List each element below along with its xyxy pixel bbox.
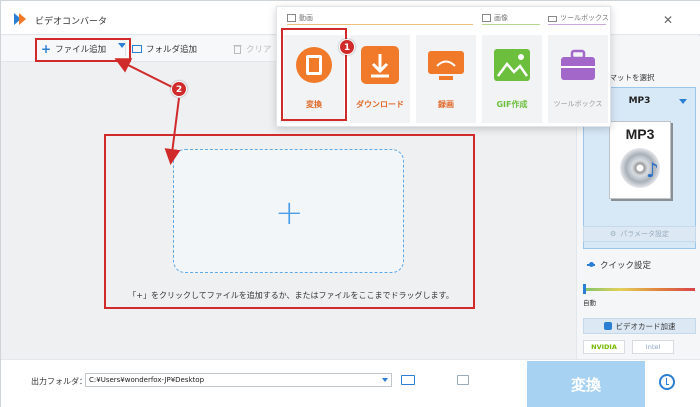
bottom-bar: 出力フォルダ： C:¥Users¥wonderfox-JP¥Desktop 変換 [1, 359, 700, 407]
section-image-label: 画像 [494, 14, 508, 22]
chip-icon [603, 322, 612, 330]
mp3-format-icon: MP3 ♪ [609, 121, 671, 199]
toolbox-section-icon [548, 16, 557, 22]
trash-icon [233, 45, 242, 54]
quality-slider[interactable] [583, 288, 695, 291]
video-section-icon [287, 14, 296, 22]
tile-download-label: ダウンロード [356, 100, 404, 109]
download-icon [361, 46, 399, 84]
annotation-convert-highlight [281, 28, 347, 121]
toolbox-icon [561, 49, 595, 80]
section-image: 画像 [482, 13, 508, 23]
section-image-divider [482, 24, 540, 25]
quality-slider-handle[interactable] [583, 284, 586, 294]
add-folder-label: フォルダ追加 [146, 45, 198, 55]
section-video-divider [287, 24, 473, 25]
nvidia-badge[interactable]: NVIDIA [583, 340, 625, 354]
intel-label: Intel [645, 343, 661, 351]
chevron-down-icon [679, 99, 687, 104]
annotation-add-file-highlight [35, 38, 131, 62]
app-title: ビデオコンバータ [35, 17, 108, 27]
step-badge-2: 2 [171, 81, 187, 97]
section-toolbox-label: ツールボックス [560, 14, 609, 22]
gpu-acceleration-label: ビデオカード加速 [615, 321, 676, 331]
intel-badge[interactable]: Intel [632, 340, 674, 354]
clear-button[interactable]: クリア [233, 40, 272, 58]
convert-button[interactable]: 変換 [527, 361, 645, 407]
nvidia-label: NVIDIA [591, 343, 617, 351]
section-video-label: 動画 [299, 14, 313, 22]
tile-toolbox-label: ツールボックス [553, 100, 603, 108]
mp3-art-text: MP3 [625, 126, 655, 142]
output-folder-label: 出力フォルダ： [31, 377, 87, 386]
slider-auto-label: 自動 [583, 299, 596, 307]
add-folder-button[interactable]: フォルダ追加 [132, 40, 197, 58]
tile-download[interactable]: ダウンロード [350, 35, 410, 123]
annotation-drop-zone-highlight [104, 134, 475, 309]
output-folder-dropdown-icon[interactable] [382, 378, 388, 382]
tile-gif[interactable]: GIF作成 [482, 35, 542, 123]
app-logo-icon [14, 13, 26, 25]
image-section-icon [482, 14, 491, 22]
section-toolbox-divider [548, 24, 606, 25]
clear-label: クリア [246, 45, 272, 55]
open-folder-icon[interactable] [401, 375, 415, 385]
merge-icon[interactable] [457, 375, 469, 385]
tile-record[interactable]: 録画 [416, 35, 476, 123]
quick-slider-icon [587, 262, 595, 267]
folder-icon [132, 45, 142, 53]
parameter-settings-label: パラメータ設定 [620, 230, 670, 238]
sliders-icon: ⚙ [609, 230, 617, 238]
quick-settings-label: クイック設定 [600, 261, 652, 271]
section-toolbox: ツールボックス [548, 13, 609, 23]
tile-record-label: 録画 [438, 100, 454, 109]
app-window: ビデオコンバータ ✕ + ファイル追加 フォルダ追加 クリア + 「+」をクリッ… [0, 0, 700, 407]
quick-settings-heading: クイック設定 [587, 259, 651, 271]
music-note-icon: ♪ [646, 158, 659, 182]
parameter-settings-button[interactable]: ⚙ パラメータ設定 [583, 226, 696, 242]
output-folder-field[interactable]: C:¥Users¥wonderfox-JP¥Desktop [85, 373, 392, 387]
section-video: 動画 [287, 13, 313, 23]
image-icon [494, 49, 530, 81]
monitor-icon [428, 51, 464, 80]
tile-gif-label: GIF作成 [496, 100, 528, 109]
tile-toolbox[interactable]: ツールボックス [548, 35, 608, 123]
alarm-clock-icon[interactable] [659, 374, 675, 390]
close-icon[interactable]: ✕ [663, 13, 673, 27]
gpu-acceleration-button[interactable]: ビデオカード加速 [583, 318, 696, 334]
step-badge-1: 1 [339, 39, 355, 55]
